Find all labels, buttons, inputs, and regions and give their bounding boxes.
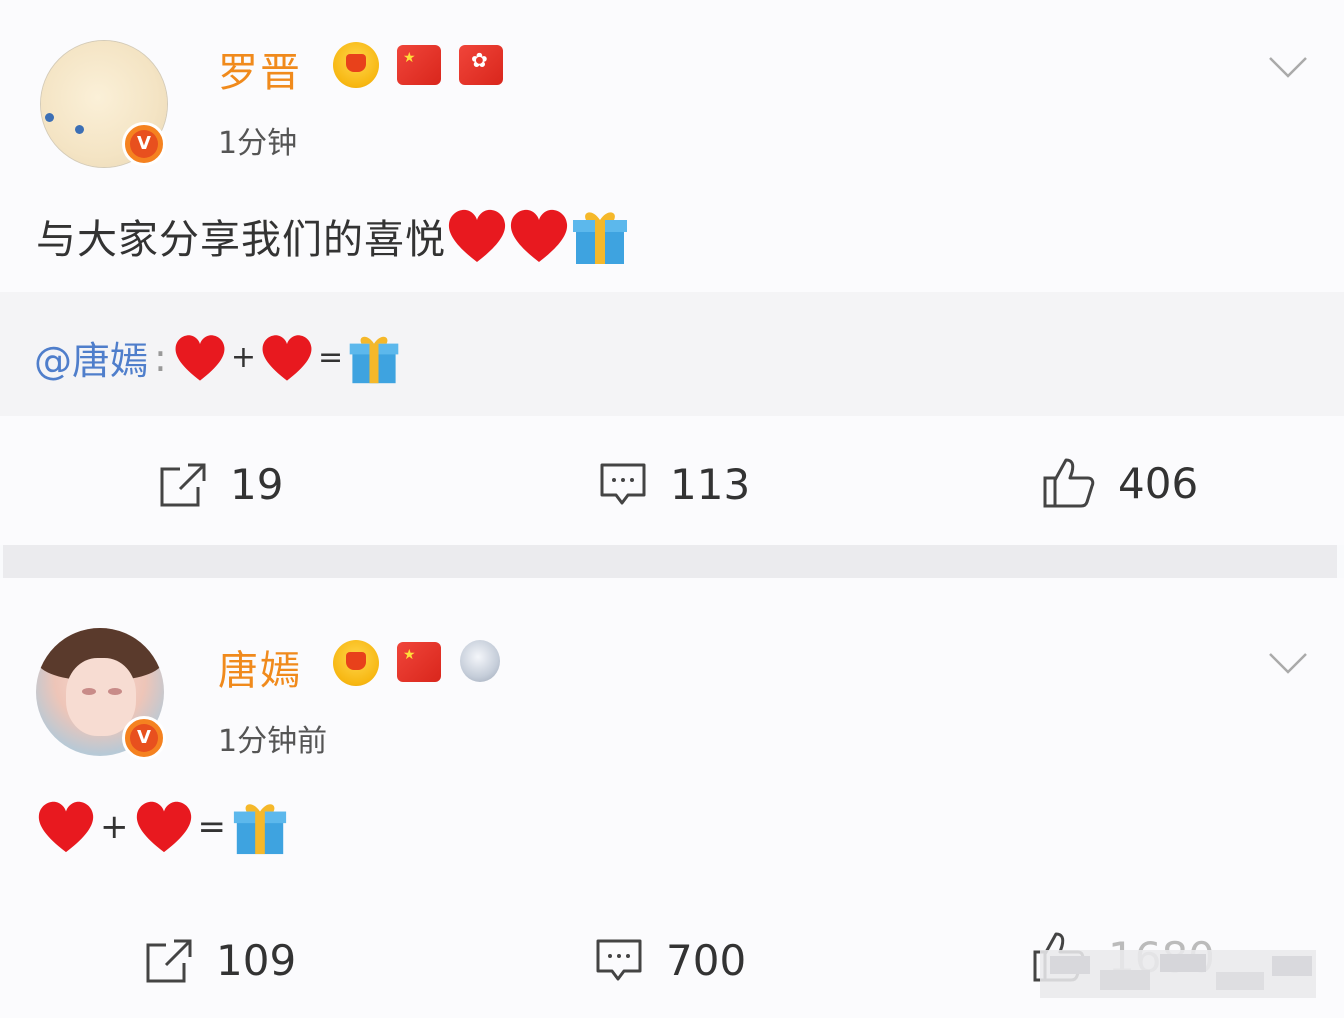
like-button[interactable]: 406 [1042,456,1198,510]
post-divider [3,545,1337,578]
username[interactable]: 唐嫣 [218,638,302,696]
avatar-eye [108,688,122,695]
share-icon [160,463,206,506]
watermark-mosaic [1040,950,1316,998]
repost-text: @唐嫣: + = [34,330,401,385]
timestamp: 1分钟 [218,126,298,161]
heart-emoji-icon [448,209,506,262]
verified-badge: V [122,122,166,166]
post-text-content: 与大家分享我们的喜悦 [36,217,446,263]
gift-emoji-icon [233,804,287,855]
comment-button[interactable]: 113 [598,460,750,509]
verified-badge: V [122,716,166,760]
silver-medal-icon [460,640,500,682]
plus-sign: + [100,807,130,847]
comment-count: 113 [670,460,751,509]
china-flag-icon: ★ [397,45,441,85]
equals-sign: = [317,340,344,375]
crown-icon [333,640,379,686]
post-card-1: V 罗晋 ★ ✿ 1分钟 与大家分享我们的喜悦 @唐嫣: + = 19 113 40… [0,0,1344,545]
repost-button[interactable]: 109 [144,936,296,985]
repost-count: 109 [216,936,297,985]
thumbs-up-icon [1043,458,1095,508]
avatar-eye [82,688,96,695]
repost-button[interactable]: 19 [158,460,283,509]
chevron-down-icon[interactable] [1266,44,1310,88]
repost-count: 19 [230,460,284,509]
equals-sign: = [197,807,227,847]
like-count: 406 [1118,458,1199,508]
heart-emoji-icon [136,801,191,853]
share-icon [146,939,192,982]
hongkong-flag-icon: ✿ [459,45,503,85]
heart-emoji-icon [262,334,312,381]
heart-emoji-icon [175,334,225,381]
avatar-detail [45,113,54,122]
heart-emoji-icon [510,209,568,262]
comment-button[interactable]: 700 [594,936,746,985]
plus-sign: + [230,340,256,375]
avatar-detail [75,125,84,134]
post-text: + = [36,798,289,856]
gift-emoji-icon [573,212,627,264]
comment-count: 700 [666,936,747,985]
mention-link[interactable]: @唐嫣 [34,339,148,383]
post-text: 与大家分享我们的喜悦 [36,206,630,266]
username[interactable]: 罗晋 [218,40,302,98]
comment-icon [600,463,646,504]
chevron-down-icon[interactable] [1266,640,1310,684]
china-flag-icon: ★ [397,642,441,682]
crown-icon [333,42,379,88]
colon-separator: : [154,335,167,380]
timestamp: 1分钟前 [218,724,328,759]
gift-emoji-icon [349,336,399,383]
heart-emoji-icon [38,801,94,853]
comment-icon [596,939,642,980]
